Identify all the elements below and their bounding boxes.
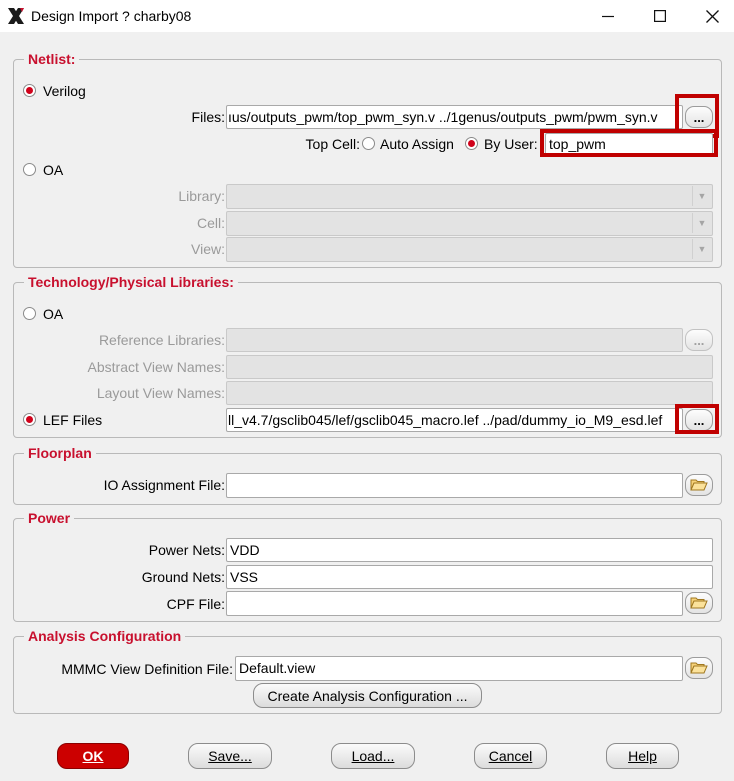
maximize-icon xyxy=(654,10,666,22)
mmmc-input[interactable]: Default.view xyxy=(235,656,683,681)
create-analysis-configuration-button[interactable]: Create Analysis Configuration ... xyxy=(253,683,482,708)
io-assignment-browse-button[interactable] xyxy=(685,474,713,496)
tech-oa-radio[interactable] xyxy=(23,307,36,320)
floorplan-title: Floorplan xyxy=(24,445,96,461)
cell-label: Cell: xyxy=(196,215,225,231)
auto-assign-label: Auto Assign xyxy=(380,136,454,152)
cpf-file-browse-button[interactable] xyxy=(685,592,713,614)
by-user-label: By User: xyxy=(484,136,538,152)
verilog-radio[interactable] xyxy=(23,84,36,97)
technology-title: Technology/Physical Libraries: xyxy=(24,274,238,290)
power-nets-input[interactable]: VDD xyxy=(226,538,713,562)
view-label: View: xyxy=(191,241,225,257)
verilog-label: Verilog xyxy=(43,83,86,99)
chevron-down-icon: ▼ xyxy=(692,213,711,233)
power-nets-value: VDD xyxy=(230,542,260,558)
layout-view-names-input[interactable] xyxy=(226,381,713,405)
window-title: Design Import ? charby08 xyxy=(31,8,192,24)
cell-combo[interactable]: ▼ xyxy=(226,211,713,236)
auto-assign-radio[interactable] xyxy=(362,137,375,150)
help-button[interactable]: Help xyxy=(606,743,679,769)
ok-button-label: OK xyxy=(82,748,104,764)
minimize-button[interactable] xyxy=(582,0,634,32)
top-cell-highlight xyxy=(540,129,718,157)
save-button[interactable]: Save... xyxy=(188,743,272,769)
power-title: Power xyxy=(24,510,75,526)
view-combo[interactable]: ▼ xyxy=(226,237,713,262)
layout-view-names-label: Layout View Names: xyxy=(96,385,225,401)
ok-button[interactable]: OK xyxy=(57,743,129,769)
abstract-view-names-label: Abstract View Names: xyxy=(87,359,225,375)
mmmc-value: Default.view xyxy=(239,660,316,676)
lef-files-radio[interactable] xyxy=(23,413,36,426)
ground-nets-value: VSS xyxy=(230,569,259,585)
reference-libraries-label: Reference Libraries: xyxy=(98,332,225,348)
mmmc-browse-button[interactable] xyxy=(685,657,713,679)
cancel-button-label: Cancel xyxy=(488,748,533,764)
reference-libraries-input[interactable] xyxy=(226,328,683,352)
netlist-title: Netlist: xyxy=(24,51,80,67)
folder-open-icon xyxy=(690,662,708,674)
minimize-icon xyxy=(602,15,614,18)
xilinx-x-logo xyxy=(8,8,24,24)
load-button[interactable]: Load... xyxy=(331,743,415,769)
cpf-file-input[interactable] xyxy=(226,591,683,616)
netlist-oa-radio[interactable] xyxy=(23,163,36,176)
chevron-down-icon: ▼ xyxy=(692,239,711,259)
top-cell-label: Top Cell: xyxy=(305,136,360,152)
chevron-down-icon: ▼ xyxy=(692,186,711,206)
folder-open-icon xyxy=(690,597,708,609)
maximize-button[interactable] xyxy=(634,0,686,32)
ground-nets-label: Ground Nets: xyxy=(141,569,225,585)
io-assignment-input[interactable] xyxy=(226,473,683,498)
abstract-view-names-input[interactable] xyxy=(226,355,713,379)
mmmc-label: MMMC View Definition File: xyxy=(61,661,233,677)
reference-libraries-browse-button[interactable]: ... xyxy=(685,329,713,351)
power-nets-label: Power Nets: xyxy=(148,542,225,558)
cpf-file-label: CPF File: xyxy=(166,596,225,612)
cancel-button[interactable]: Cancel xyxy=(474,743,547,769)
files-input[interactable]: ıus/outputs_pwm/top_pwm_syn.v ../1genus/… xyxy=(226,105,683,129)
netlist-oa-label: OA xyxy=(43,162,64,178)
lef-browse-highlight xyxy=(675,404,719,434)
analysis-title: Analysis Configuration xyxy=(24,628,186,644)
close-icon xyxy=(705,9,719,23)
help-button-label: Help xyxy=(628,748,657,764)
lef-files-label: LEF Files xyxy=(43,412,103,428)
io-assignment-label: IO Assignment File: xyxy=(103,477,225,493)
library-label: Library: xyxy=(178,188,225,204)
tech-oa-label: OA xyxy=(43,306,64,322)
save-button-label: Save... xyxy=(208,748,252,764)
files-value: ıus/outputs_pwm/top_pwm_syn.v ../1genus/… xyxy=(228,109,658,125)
library-combo[interactable]: ▼ xyxy=(226,184,713,209)
ground-nets-input[interactable]: VSS xyxy=(226,565,713,589)
files-label: Files: xyxy=(191,109,225,125)
lef-files-input[interactable]: ll_v4.7/gsclib045/lef/gsclib045_macro.le… xyxy=(226,408,683,432)
load-button-label: Load... xyxy=(351,748,395,764)
close-button[interactable] xyxy=(686,0,734,32)
by-user-radio[interactable] xyxy=(465,137,478,150)
folder-open-icon xyxy=(690,479,708,491)
lef-files-value: ll_v4.7/gsclib045/lef/gsclib045_macro.le… xyxy=(228,412,663,428)
